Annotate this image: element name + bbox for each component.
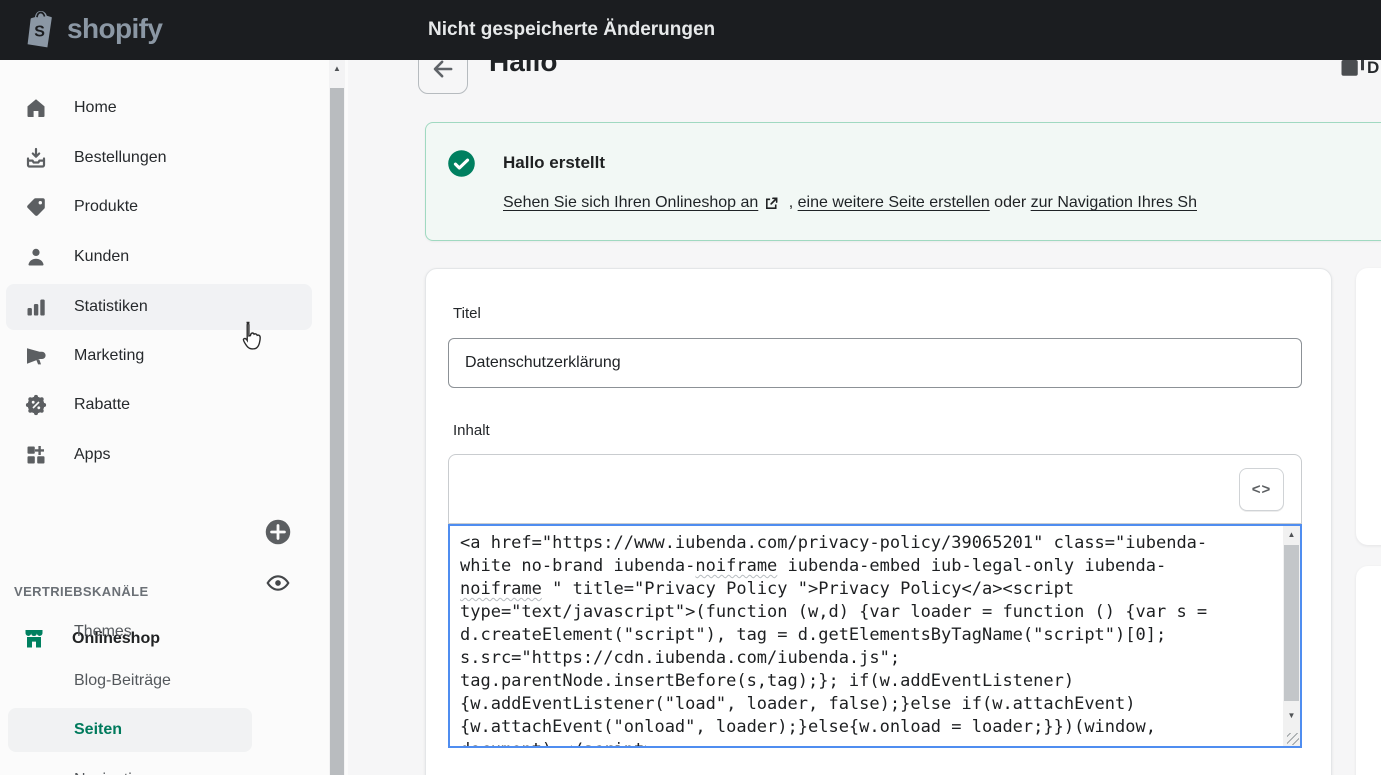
external-link-icon [764,196,779,211]
online-store-card-partial [1356,566,1381,775]
create-another-page-link[interactable]: eine weitere Seite erstellen [798,194,990,212]
scroll-up-icon[interactable]: ▲ [329,60,345,77]
sidebar-item-marketing[interactable]: Marketing [6,333,312,379]
sidebar-item-label: Rabatte [74,396,130,414]
view-online-store-link[interactable]: Sehen Sie sich Ihren Onlineshop an [503,194,758,212]
sidebar-item-label: Seiten [74,721,122,739]
customers-icon [24,245,48,269]
megaphone-icon [24,344,48,368]
unsaved-changes-status: Nicht gespeicherte Änderungen [428,0,715,60]
add-sales-channel-button[interactable] [264,518,292,546]
code-line: {w.attachEvent("onload", loader);}else{w… [460,716,1273,739]
sidebar-item-analytics[interactable]: Statistiken [6,284,312,330]
banner-separator: , [784,194,797,212]
sidebar-item-label: Themes [74,623,132,641]
analytics-icon [24,295,48,319]
home-icon [24,96,48,120]
rich-text-toolbar: <> [448,454,1302,524]
title-input[interactable] [448,338,1302,388]
sales-channels-heading: VERTRIEBSKANÄLE [14,584,149,599]
duplicate-action-label[interactable]: D [1367,58,1379,78]
shopify-bag-icon: S [25,9,58,48]
sidebar-item-label: Produkte [74,198,138,216]
code-line: document);</script> [460,739,1273,748]
sidebar-item-customers[interactable]: Kunden [6,234,312,280]
content-field-label: Inhalt [453,422,490,439]
sidebar-item-label: Statistiken [74,298,148,316]
sidebar-item-label: Home [74,99,117,117]
sidebar: Home Bestellungen Produkte Kunden Statis… [0,60,348,775]
topbar: S shopify Nicht gespeicherte Änderungen [0,0,1381,60]
editor-scrollbar[interactable]: ▲ ▼ [1283,526,1300,746]
resize-grip[interactable] [1287,733,1299,745]
code-line: s.src="https://cdn.iubenda.com/iubenda.j… [460,647,1273,670]
code-line: tag.parentNode.insertBefore(s,tag);}; if… [460,670,1273,693]
editor-scrollbar-thumb[interactable] [1284,545,1299,701]
sidebar-item-label: Marketing [74,347,144,365]
apps-icon [24,443,48,467]
content-code-textarea[interactable]: <a href="https://www.iubenda.com/privacy… [448,524,1302,748]
code-line: type="text/javascript">(function (w,d) {… [460,601,1273,624]
sidebar-item-pages[interactable]: Seiten [8,708,252,752]
visibility-card-partial [1356,268,1381,545]
sidebar-item-label: Blog-Beiträge [74,672,171,690]
view-online-store-button[interactable] [264,569,292,597]
sidebar-item-label: Navigation [74,771,150,775]
banner-title: Hallo erstellt [503,153,605,173]
shopify-logo[interactable]: S shopify [25,9,162,48]
banner-conjunction: oder [990,194,1031,212]
orders-icon [24,146,48,170]
sidebar-item-themes[interactable]: Themes [8,610,252,654]
discount-icon [24,393,48,417]
code-line: noiframe " title="Privacy Policy ">Priva… [460,578,1273,601]
sidebar-scrollbar-thumb[interactable] [330,88,344,775]
eye-icon [265,570,291,596]
sidebar-item-blog-posts[interactable]: Blog-Beiträge [8,659,252,703]
code-content: <a href="https://www.iubenda.com/privacy… [460,532,1273,748]
title-field-label: Titel [453,305,481,322]
sidebar-item-navigation[interactable]: Navigation [8,758,252,775]
code-line: white no-brand iubenda-noiframe iubenda-… [460,555,1273,578]
success-banner: Hallo erstellt Sehen Sie sich Ihren Onli… [425,122,1381,241]
code-line: <a href="https://www.iubenda.com/privacy… [460,532,1273,555]
sidebar-item-discounts[interactable]: Rabatte [6,382,312,428]
sidebar-item-apps[interactable]: Apps [6,432,312,478]
svg-text:S: S [34,24,45,41]
show-html-button[interactable]: <> [1239,468,1284,511]
plus-circle-icon [264,518,292,546]
shopify-admin-window: Home Bestellungen Produkte Kunden Statis… [0,0,1381,775]
code-line: d.createElement("script"), tag = d.getEl… [460,624,1273,647]
cursor-pointer [236,320,264,361]
scroll-up-icon[interactable]: ▲ [1283,526,1300,543]
sidebar-scrollbar[interactable]: ▲ [329,60,345,775]
sidebar-item-orders[interactable]: Bestellungen [6,135,312,181]
tag-icon [24,195,48,219]
sidebar-item-products[interactable]: Produkte [6,184,312,230]
sidebar-item-home[interactable]: Home [6,85,312,131]
code-line: {w.addEventListener("load", loader, fals… [460,693,1273,716]
sidebar-item-label: Kunden [74,248,129,266]
sidebar-item-label: Bestellungen [74,149,167,167]
page-edit-card: Titel Inhalt <> <a href="https://www.iub… [425,268,1332,775]
sidebar-item-label: Apps [74,446,110,464]
check-circle-icon [447,149,476,183]
add-to-navigation-link[interactable]: zur Navigation Ihres Sh [1031,194,1197,212]
shopify-wordmark: shopify [67,13,162,45]
banner-links: Sehen Sie sich Ihren Onlineshop an , ein… [503,194,1197,212]
scroll-down-icon[interactable]: ▼ [1283,707,1300,724]
